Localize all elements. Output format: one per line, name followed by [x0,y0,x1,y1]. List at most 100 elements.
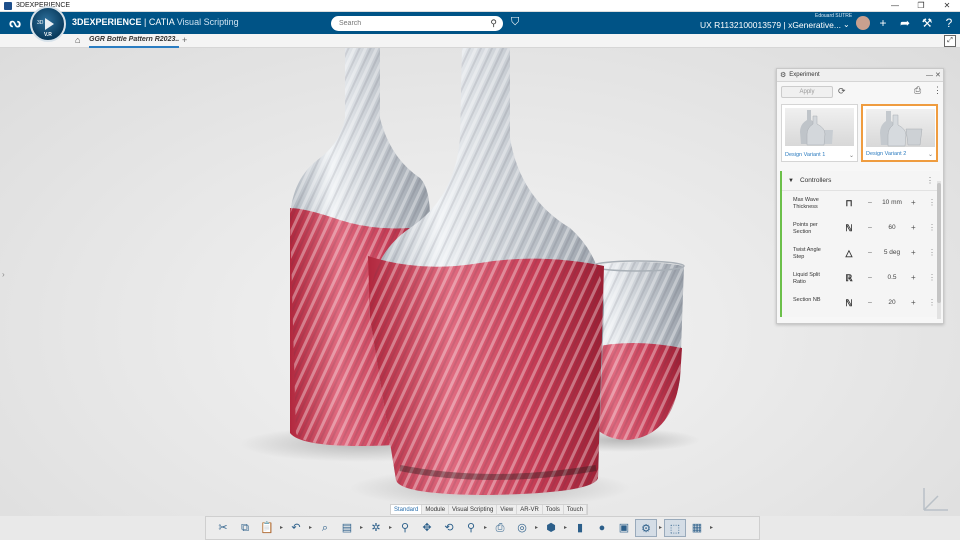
share-icon[interactable]: ➦ [896,15,914,31]
pan-icon[interactable]: ✥ [416,519,438,537]
user-name: Edouard SUTRE [815,13,853,19]
tab-touch[interactable]: Touch [564,505,587,514]
decrement-button[interactable]: – [868,224,872,231]
search-box[interactable]: ⚲ [331,16,503,31]
decrement-button[interactable]: – [868,299,872,306]
avatar[interactable] [856,16,870,30]
chevron-down-icon[interactable]: ⌄ [928,151,933,158]
home-icon[interactable]: ⌂ [75,35,80,45]
panel-scrollbar[interactable] [937,181,941,319]
caret-right-icon[interactable]: ▸ [278,519,285,537]
cube-icon[interactable]: ⬢ [540,519,562,537]
controller-value[interactable]: 5 deg [878,249,906,256]
paste-icon[interactable]: 📋 [256,519,278,537]
apply-button[interactable]: Apply [781,86,833,98]
axis-triad-icon[interactable] [918,484,952,514]
gear-icon[interactable]: ⚙ [635,519,657,537]
rotate-icon[interactable]: ⟲ [438,519,460,537]
caret-right-icon[interactable]: ▸ [358,519,365,537]
tag-icon[interactable]: ⛉ [511,16,519,29]
tab-module[interactable]: Module [422,505,450,514]
select-icon[interactable]: ⬚ [664,519,686,537]
capture-icon[interactable]: ⎙ [914,85,921,96]
search-input[interactable] [339,20,484,27]
caret-right-icon[interactable]: ▸ [387,519,394,537]
compass-button[interactable]: 3D V.R [30,6,66,42]
caret-right-icon[interactable]: ▸ [307,519,314,537]
scrollbar-thumb[interactable] [937,183,941,303]
controller-value[interactable]: 10 mm [878,199,906,206]
chevron-down-icon[interactable]: ⌄ [843,20,850,29]
tab-ar-vr[interactable]: AR-VR [517,505,543,514]
search-icon[interactable]: ⚲ [460,519,482,537]
tools-icon[interactable]: ⚒ [918,15,936,31]
caret-right-icon[interactable]: ▸ [708,519,715,537]
increment-button[interactable]: + [911,298,916,307]
render-style-icon[interactable]: ◎ [511,519,533,537]
caret-right-icon[interactable]: ▸ [482,519,489,537]
collab-space-context[interactable]: UX R1132100013579 | xGenerative... [700,20,841,30]
book-icon[interactable]: ▤ [336,519,358,537]
undo-icon[interactable]: ↶ [285,519,307,537]
brand-bold: 3DEXPERIENCE [72,17,142,27]
variant-card-2[interactable]: Design Variant 2 ⌄ [861,104,938,162]
more-options-icon[interactable]: ⋮ [928,223,936,232]
more-options-icon[interactable]: ⋮ [926,176,934,185]
controller-value[interactable]: 60 [878,224,906,231]
fullscreen-icon[interactable]: ⤢ [944,35,956,47]
material-icon[interactable]: ● [591,519,613,537]
increment-button[interactable]: + [911,223,916,232]
brand-app: Visual Scripting [176,17,239,27]
tab-bar: ⌂ GGR Bottle Pattern R2023... + ⤢ [0,34,960,48]
more-options-icon[interactable]: ⋮ [928,198,936,207]
panel-header[interactable]: ⚙ Experiment — ✕ [777,69,943,82]
tab-view[interactable]: View [497,505,518,514]
increment-button[interactable]: + [911,273,916,282]
controllers-header[interactable]: ▼ Controllers ⋮ [782,171,940,191]
help-icon[interactable]: ? [940,15,958,31]
controllers-section: ▼ Controllers ⋮ Max Wave Thickness ⊓ – 1… [780,171,940,317]
layout-icon[interactable]: ▦ [686,519,708,537]
caret-right-icon[interactable]: ▸ [657,519,664,537]
ds-logo-icon[interactable]: ᔓ [6,15,24,31]
tab-standard[interactable]: Standard [391,505,423,514]
document-icon[interactable]: ▮ [569,519,591,537]
minimize-button[interactable]: — [882,0,908,12]
zoom-icon[interactable]: ⚲ [394,519,416,537]
more-options-icon[interactable]: ⋮ [928,298,936,307]
tab-document[interactable]: GGR Bottle Pattern R2023... [89,36,179,48]
more-options-icon[interactable]: ⋮ [928,273,936,282]
controller-value[interactable]: 20 [878,299,906,306]
add-tab-button[interactable]: + [182,35,187,45]
more-options-icon[interactable]: ⋮ [928,248,936,257]
app-icon [4,1,12,10]
decrement-button[interactable]: – [868,274,872,281]
maximize-button[interactable]: ❐ [908,0,934,12]
chevron-down-icon[interactable]: ⌄ [849,152,854,159]
collapse-triangle-icon[interactable]: ▼ [788,178,794,184]
copy-icon[interactable]: ⧉ [234,519,256,537]
controller-value[interactable]: 0.5 [878,274,906,281]
more-options-icon[interactable]: ⋮ [933,85,942,96]
integer-icon: ℕ [845,223,853,233]
minimize-panel-icon[interactable]: — [926,69,933,82]
close-window-button[interactable]: ✕ [934,0,960,12]
image-icon[interactable]: ▣ [613,519,635,537]
increment-button[interactable]: + [911,248,916,257]
sync-icon[interactable]: ⟳ [838,86,846,97]
decrement-button[interactable]: – [868,249,872,256]
search-icon[interactable]: ⚲ [490,18,497,29]
capture-icon[interactable]: ⎙ [489,519,511,537]
tab-visual-scripting[interactable]: Visual Scripting [449,505,498,514]
add-icon[interactable]: + [874,15,892,31]
close-panel-icon[interactable]: ✕ [935,69,941,82]
increment-button[interactable]: + [911,198,916,207]
caret-right-icon[interactable]: ▸ [562,519,569,537]
cut-icon[interactable]: ✂ [212,519,234,537]
tab-tools[interactable]: Tools [543,505,564,514]
zoom-fit-icon[interactable]: ⌕ [314,519,336,537]
variant-card-1[interactable]: Design Variant 1 ⌄ [781,104,858,162]
settings-icon[interactable]: ✲ [365,519,387,537]
decrement-button[interactable]: – [868,199,872,206]
caret-right-icon[interactable]: ▸ [533,519,540,537]
